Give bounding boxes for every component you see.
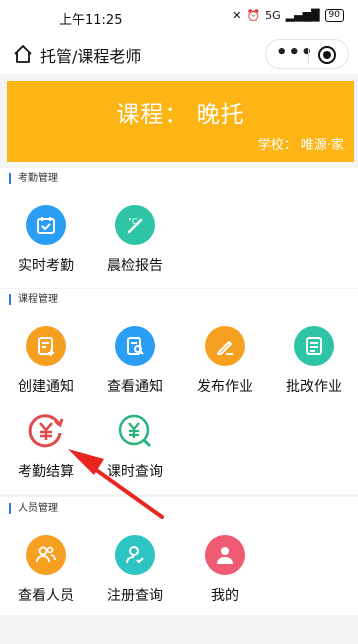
signal-icon: ▂▄▆█ [285, 9, 320, 22]
school-name: 学校： 唯源·家 [257, 138, 344, 153]
grid-item-label: 查看人员 [18, 588, 74, 604]
grid-item-publish-homework[interactable]: 发布作业 [181, 326, 269, 396]
grid-item-label: 查看通知 [107, 379, 163, 395]
status-icons: ✕ ⏰ 5G ▂▄▆█ 90 [232, 9, 344, 22]
grid-item-registration-query[interactable]: 注册查询 [91, 535, 179, 605]
grid-item-label: 创建通知 [18, 379, 74, 395]
grid-item-label: 注册查询 [107, 588, 163, 604]
network-label: 5G [265, 9, 281, 22]
section-title-people: 人员管理 [9, 503, 58, 514]
mute-icon: ✕ [232, 9, 242, 22]
grid-item-grade-homework[interactable]: 批改作业 [270, 326, 358, 396]
grid-item-label: 发布作业 [197, 379, 253, 395]
thermometer-icon: °C [115, 205, 155, 245]
grid-item-create-notice[interactable]: 创建通知 [2, 326, 90, 396]
people-section: 人员管理 查看人员 注册查询 我的 [0, 497, 358, 615]
alarm-icon: ⏰ [246, 9, 261, 22]
grid-item-label: 晨检报告 [107, 258, 163, 274]
grid-item-lesson-hours-query[interactable]: 课时查询 [91, 411, 179, 481]
grid-item-morning-check[interactable]: °C 晨检报告 [91, 205, 179, 275]
grid-item-realtime-attendance[interactable]: 实时考勤 [2, 205, 90, 275]
my-profile-icon [205, 535, 245, 575]
nav-bar: 托管/课程老师 ••• [0, 34, 358, 74]
create-note-icon [26, 326, 66, 366]
course-name: 课程： 晚托 [116, 102, 245, 128]
grid-item-view-people[interactable]: 查看人员 [2, 535, 90, 605]
grid-item-label: 考勤结算 [18, 464, 74, 480]
more-button[interactable]: ••• [276, 40, 313, 70]
miniapp-capsule: ••• [265, 39, 349, 69]
status-time: 上午11:25 [59, 13, 123, 28]
user-check-icon [115, 535, 155, 575]
pencil-icon [205, 326, 245, 366]
capsule-divider [308, 47, 309, 63]
yen-refresh-icon [26, 411, 66, 451]
calendar-check-icon [26, 205, 66, 245]
status-bar: 上午11:25 ✕ ⏰ 5G ▂▄▆█ 90 [0, 0, 358, 34]
attendance-section: 考勤管理 实时考勤 °C 晨检报告 [0, 168, 358, 288]
grid-item-label: 批改作业 [286, 379, 342, 395]
grid-item-view-notice[interactable]: 查看通知 [91, 326, 179, 396]
grid-item-attendance-settlement[interactable]: 考勤结算 [2, 411, 90, 481]
grid-item-label: 课时查询 [107, 464, 163, 480]
section-title-course: 课程管理 [9, 294, 58, 305]
course-section: 课程管理 创建通知 查看通知 发布作业 批改作业 考勤结算 课时查询 [0, 289, 358, 494]
yen-search-icon [115, 411, 155, 451]
people-icon [26, 535, 66, 575]
home-icon[interactable] [12, 43, 34, 65]
battery-icon: 90 [324, 9, 344, 22]
view-note-icon [115, 326, 155, 366]
page-title: 托管/课程老师 [40, 47, 142, 66]
checklist-icon [294, 326, 334, 366]
grid-item-label: 我的 [211, 588, 239, 604]
close-miniapp-button[interactable] [318, 46, 336, 64]
section-title-attendance: 考勤管理 [9, 173, 58, 184]
course-banner: 课程： 晚托 学校： 唯源·家 [7, 81, 354, 162]
grid-item-label: 实时考勤 [18, 258, 74, 274]
grid-item-my-profile[interactable]: 我的 [181, 535, 269, 605]
